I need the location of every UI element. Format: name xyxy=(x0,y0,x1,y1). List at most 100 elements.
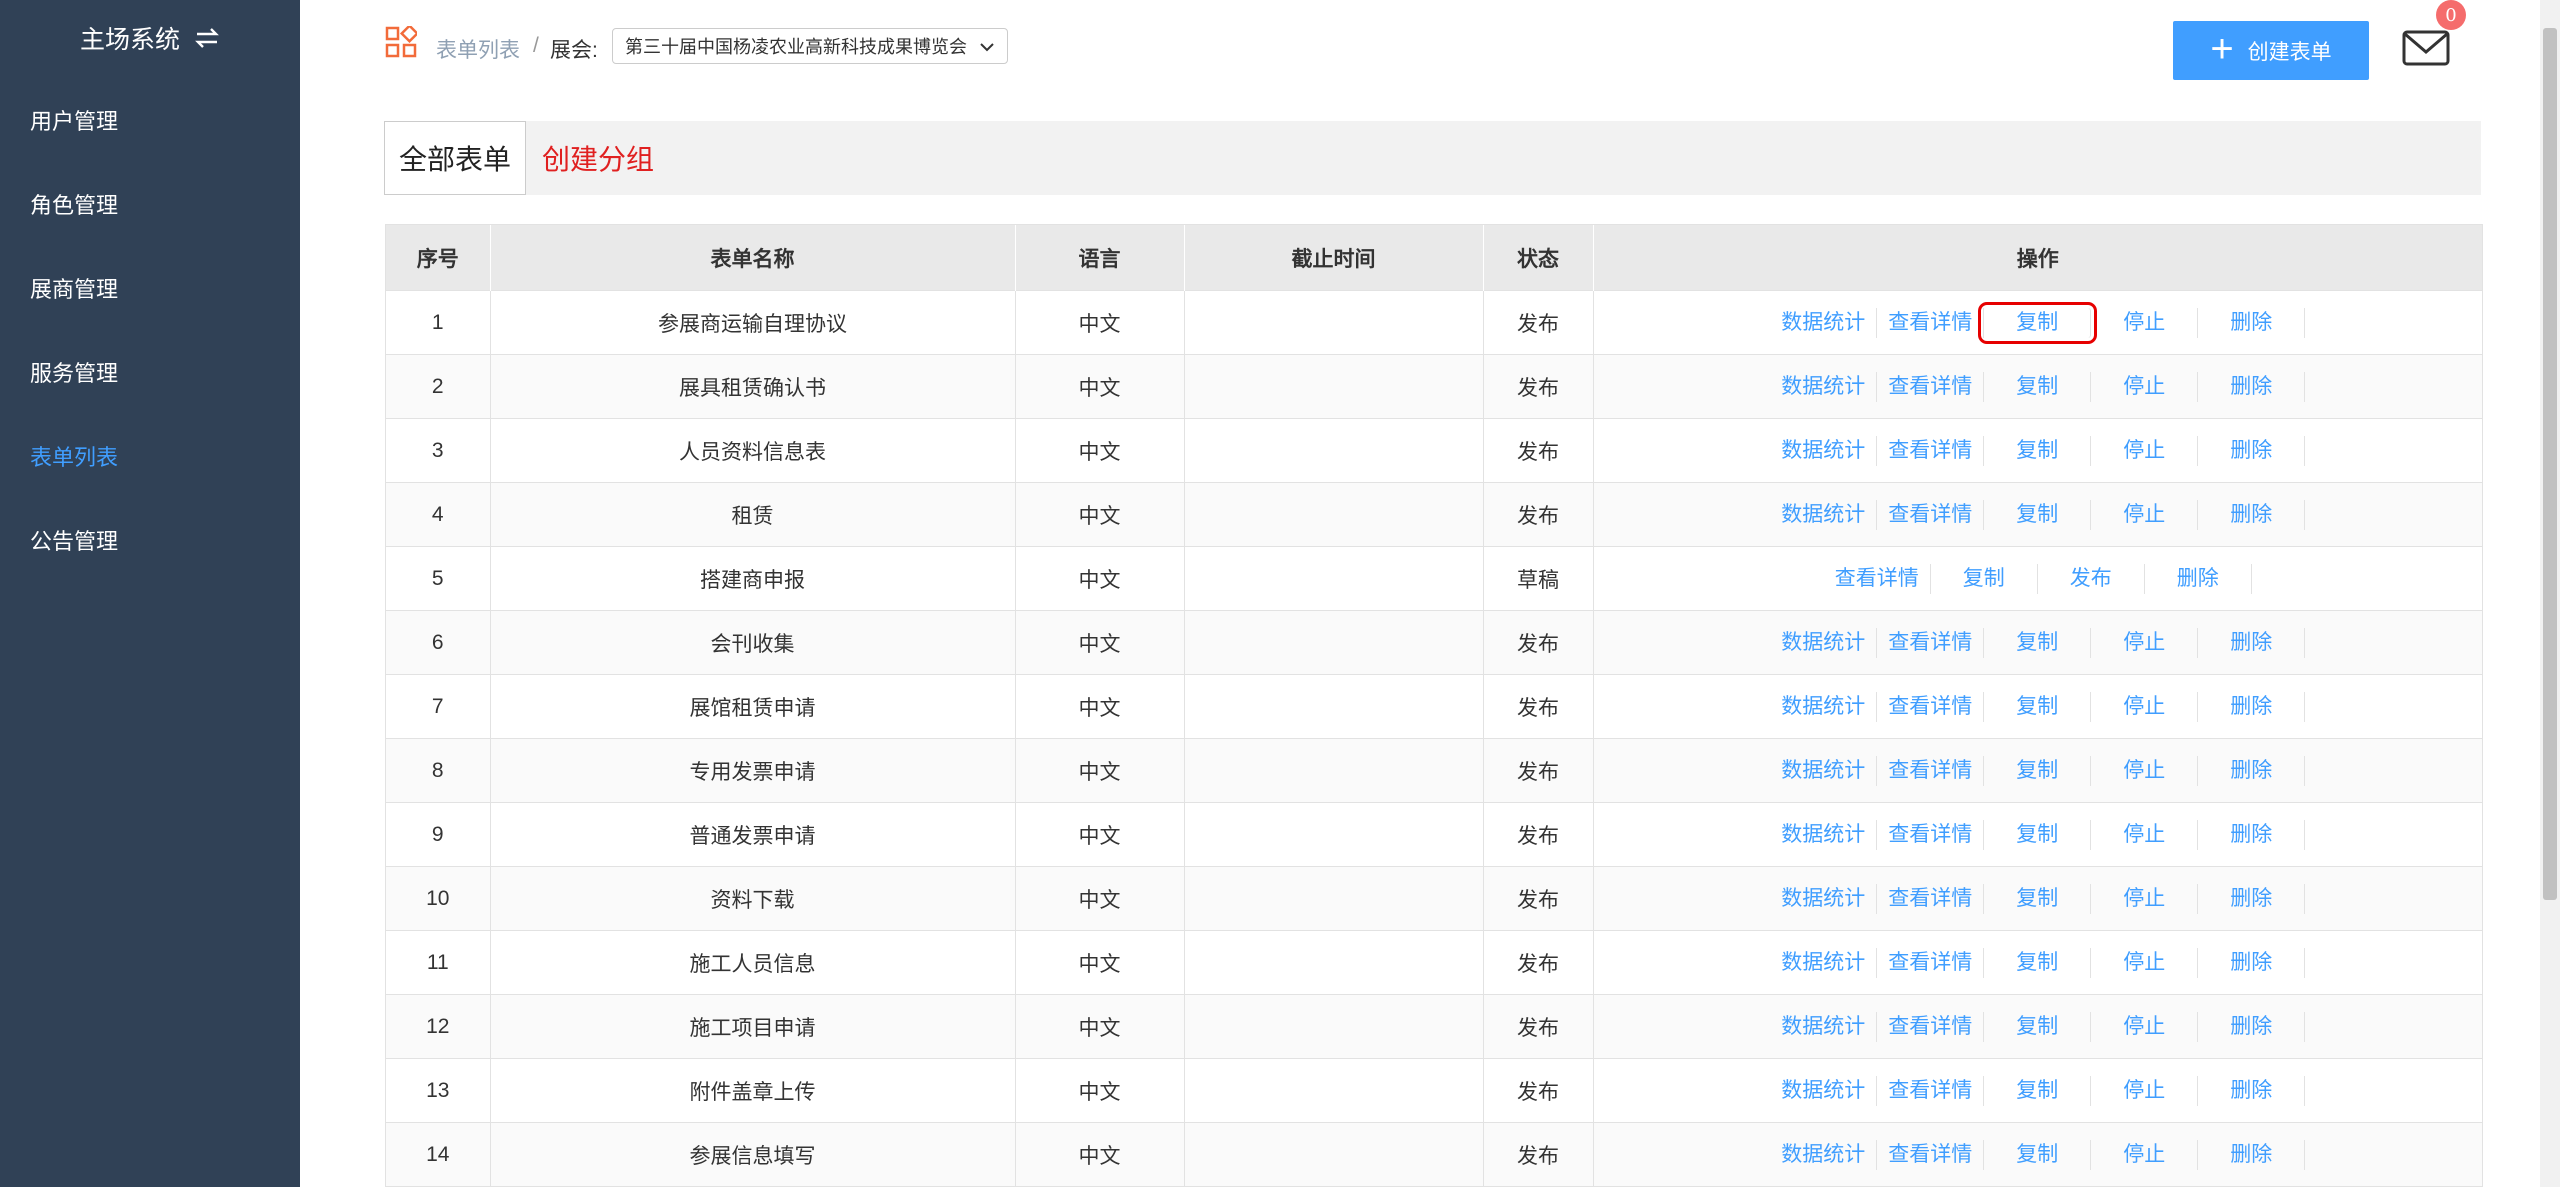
view-details-link[interactable]: 查看详情 xyxy=(1877,307,1985,338)
copy-link[interactable]: 复制 xyxy=(1984,883,2092,914)
delete-link[interactable]: 删除 xyxy=(2198,819,2306,850)
tab-all-forms[interactable]: 全部表单 xyxy=(384,121,526,195)
system-title[interactable]: 主场系统 xyxy=(0,0,300,76)
language-cell: 中文 xyxy=(1015,930,1185,995)
stats-link[interactable]: 数据统计 xyxy=(1770,947,1878,978)
copy-link[interactable]: 复制 xyxy=(1984,435,2092,466)
copy-link[interactable]: 复制 xyxy=(1984,627,2092,658)
delete-link[interactable]: 删除 xyxy=(2198,627,2306,658)
view-details-link[interactable]: 查看详情 xyxy=(1877,883,1985,914)
table-row: 5 搭建商申报 中文 草稿 查看详情 复制 发布 删除 xyxy=(386,546,2482,611)
sidebar-item-label: 服务管理 xyxy=(30,361,119,386)
stats-link[interactable]: 数据统计 xyxy=(1770,691,1878,722)
view-details-link[interactable]: 查看详情 xyxy=(1877,947,1985,978)
stop-link[interactable]: 停止 xyxy=(2091,883,2199,914)
view-details-link[interactable]: 查看详情 xyxy=(1877,819,1985,850)
delete-link[interactable]: 删除 xyxy=(2198,435,2306,466)
stop-link[interactable]: 停止 xyxy=(2091,947,2199,978)
stats-link[interactable]: 数据统计 xyxy=(1770,819,1878,850)
language-cell: 中文 xyxy=(1015,482,1185,547)
delete-link[interactable]: 删除 xyxy=(2198,691,2306,722)
publish-link[interactable]: 发布 xyxy=(2038,563,2145,594)
view-details-link[interactable]: 查看详情 xyxy=(1877,435,1985,466)
form-name-cell: 会刊收集 xyxy=(490,610,1016,675)
view-details-link[interactable]: 查看详情 xyxy=(1877,1075,1985,1106)
stop-link[interactable]: 停止 xyxy=(2091,1075,2199,1106)
copy-link[interactable]: 复制 xyxy=(1931,563,2038,594)
create-form-button[interactable]: + 创建表单 xyxy=(2173,21,2369,80)
view-details-link[interactable]: 查看详情 xyxy=(1877,691,1985,722)
sidebar-item-users[interactable]: 用户管理 xyxy=(0,78,300,162)
stop-link[interactable]: 停止 xyxy=(2091,627,2199,658)
view-details-link[interactable]: 查看详情 xyxy=(1877,755,1985,786)
delete-link[interactable]: 删除 xyxy=(2198,1139,2306,1170)
mail-icon[interactable] xyxy=(2402,28,2450,68)
stop-link[interactable]: 停止 xyxy=(2091,307,2199,338)
stop-link[interactable]: 停止 xyxy=(2091,819,2199,850)
stop-link[interactable]: 停止 xyxy=(2091,499,2199,530)
delete-link[interactable]: 删除 xyxy=(2198,755,2306,786)
row-number-cell: 13 xyxy=(386,1058,491,1123)
stop-link[interactable]: 停止 xyxy=(2091,1011,2199,1042)
copy-link[interactable]: 复制 xyxy=(1984,1139,2092,1170)
stats-link[interactable]: 数据统计 xyxy=(1770,499,1878,530)
stop-link[interactable]: 停止 xyxy=(2091,435,2199,466)
copy-link[interactable]: 复制 xyxy=(1984,947,2092,978)
sidebar-item-label: 公告管理 xyxy=(30,529,119,554)
copy-link[interactable]: 复制 xyxy=(1984,819,2092,850)
delete-link[interactable]: 删除 xyxy=(2198,883,2306,914)
delete-link[interactable]: 删除 xyxy=(2198,1075,2306,1106)
scrollbar-thumb[interactable] xyxy=(2543,28,2557,900)
form-table: 序号 表单名称 语言 截止时间 状态 操作 1 参展商运输自理协议 中文 发布 数据统计… xyxy=(385,224,2483,1187)
delete-link[interactable]: 删除 xyxy=(2198,371,2306,402)
column-header: 序号 xyxy=(386,225,491,291)
view-details-link[interactable]: 查看详情 xyxy=(1877,499,1985,530)
stats-link[interactable]: 数据统计 xyxy=(1770,435,1878,466)
copy-link[interactable]: 复制 xyxy=(1984,691,2092,722)
delete-link[interactable]: 删除 xyxy=(2198,307,2306,338)
stats-link[interactable]: 数据统计 xyxy=(1770,371,1878,402)
copy-link[interactable]: 复制 xyxy=(1984,1075,2092,1106)
deadline-cell xyxy=(1184,354,1484,419)
view-details-link[interactable]: 查看详情 xyxy=(1877,1011,1985,1042)
table-row: 9 普通发票申请 中文 发布 数据统计 查看详情 复制 停止 删除 xyxy=(386,802,2482,867)
fair-select[interactable]: 第三十届中国杨凌农业高新科技成果博览会 xyxy=(612,28,1008,64)
language-cell: 中文 xyxy=(1015,994,1185,1059)
copy-link[interactable]: 复制 xyxy=(1984,371,2092,402)
sidebar-item-exhibitors[interactable]: 展商管理 xyxy=(0,246,300,330)
sidebar-item-announcements[interactable]: 公告管理 xyxy=(0,498,300,582)
delete-link[interactable]: 删除 xyxy=(2145,563,2252,594)
sidebar-item-services[interactable]: 服务管理 xyxy=(0,330,300,414)
delete-link[interactable]: 删除 xyxy=(2198,1011,2306,1042)
sidebar-item-roles[interactable]: 角色管理 xyxy=(0,162,300,246)
stats-link[interactable]: 数据统计 xyxy=(1770,307,1878,338)
copy-link[interactable]: 复制 xyxy=(1984,1011,2092,1042)
delete-link[interactable]: 删除 xyxy=(2198,947,2306,978)
copy-link[interactable]: 复制 xyxy=(1984,755,2092,786)
view-details-link[interactable]: 查看详情 xyxy=(1877,1139,1985,1170)
stop-link[interactable]: 停止 xyxy=(2091,755,2199,786)
view-details-link[interactable]: 查看详情 xyxy=(1877,371,1985,402)
view-details-link[interactable]: 查看详情 xyxy=(1824,563,1931,594)
view-details-link[interactable]: 查看详情 xyxy=(1877,627,1985,658)
stop-link[interactable]: 停止 xyxy=(2091,691,2199,722)
create-group-link[interactable]: 创建分组 xyxy=(526,121,654,195)
scrollbar[interactable] xyxy=(2540,0,2560,1187)
stop-link[interactable]: 停止 xyxy=(2091,1139,2199,1170)
stats-link[interactable]: 数据统计 xyxy=(1770,1075,1878,1106)
stats-link[interactable]: 数据统计 xyxy=(1770,883,1878,914)
stats-link[interactable]: 数据统计 xyxy=(1770,627,1878,658)
copy-link[interactable]: 复制 xyxy=(1984,499,2092,530)
swap-icon[interactable] xyxy=(194,26,220,50)
stats-link[interactable]: 数据统计 xyxy=(1770,1011,1878,1042)
copy-link[interactable]: 复制 xyxy=(1978,301,2098,344)
delete-link[interactable]: 删除 xyxy=(2198,499,2306,530)
table-row: 14 参展信息填写 中文 发布 数据统计 查看详情 复制 停止 删除 xyxy=(386,1122,2482,1186)
fair-label: 展会: xyxy=(550,39,598,62)
breadcrumb-form-list[interactable]: 表单列表 xyxy=(436,34,520,64)
sidebar-item-forms[interactable]: 表单列表 xyxy=(0,414,300,498)
stop-link[interactable]: 停止 xyxy=(2091,371,2199,402)
stats-link[interactable]: 数据统计 xyxy=(1770,755,1878,786)
deadline-cell xyxy=(1184,610,1484,675)
stats-link[interactable]: 数据统计 xyxy=(1770,1139,1878,1170)
